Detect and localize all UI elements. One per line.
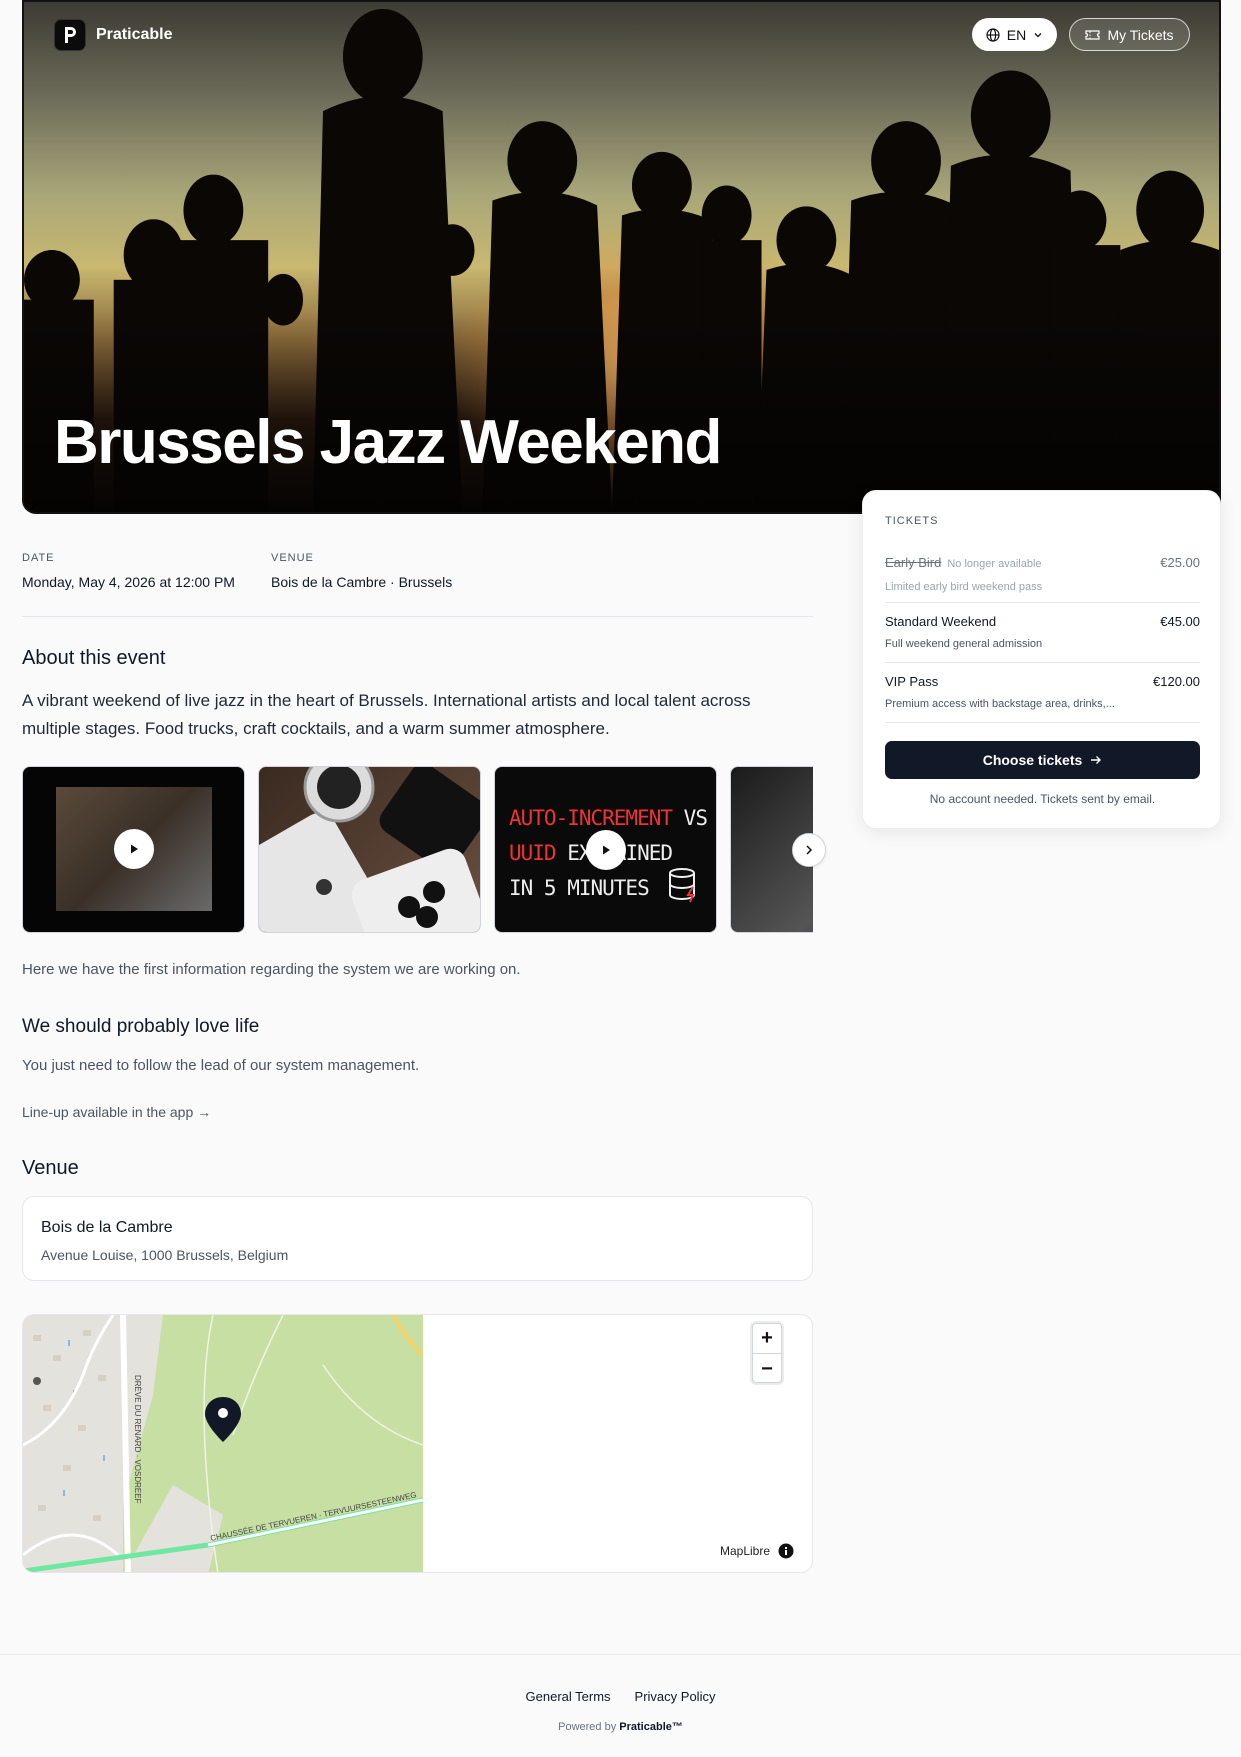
praticable-logo-icon <box>54 19 86 51</box>
ticket-price: €120.00 <box>1153 674 1200 689</box>
privacy-policy-link[interactable]: Privacy Policy <box>635 1689 716 1704</box>
date-value: Monday, May 4, 2026 at 12:00 PM <box>22 574 235 590</box>
arrow-right-icon <box>1091 756 1102 764</box>
venue-value: Bois de la Cambre · Brussels <box>270 574 453 590</box>
chevron-right-icon <box>806 845 813 855</box>
venue-card: Bois de la Cambre Avenue Louise, 1000 Br… <box>22 1196 813 1281</box>
powered-by: Powered by Praticable™ <box>558 1721 683 1733</box>
ticket-name: VIP Pass <box>885 674 939 689</box>
play-icon[interactable] <box>114 829 154 869</box>
divider <box>885 602 1200 603</box>
ticket-icon <box>1085 29 1101 40</box>
divider <box>885 662 1200 663</box>
tickets-panel: TICKETS Early Bird No longer available €2… <box>862 490 1221 829</box>
media-card-video-2[interactable]: AUTO-INCREMENT VS UUID EXPLAINED IN 5 MI… <box>494 766 717 933</box>
map-road-label-1: DRÈVE DU RENARD · VOSDREEF <box>133 1375 142 1504</box>
divider <box>22 616 813 617</box>
map-attribution[interactable]: MapLibre <box>716 1539 799 1563</box>
map-tiles: DRÈVE DU RENARD · VOSDREEF CHAUSSÉE DE T… <box>23 1315 425 1572</box>
choose-tickets-label: Choose tickets <box>982 752 1083 768</box>
event-meta: DATE Monday, May 4, 2026 at 12:00 PM VEN… <box>22 552 452 590</box>
date-block: DATE Monday, May 4, 2026 at 12:00 PM <box>22 552 235 590</box>
my-tickets-button[interactable]: My Tickets <box>1069 18 1190 51</box>
date-label: DATE <box>22 552 55 564</box>
ticket-name: Standard Weekend <box>885 614 997 629</box>
carousel-next-button[interactable] <box>792 833 826 867</box>
ticket-description: Premium access with backstage area, drin… <box>885 698 1115 710</box>
globe-icon <box>986 27 1000 42</box>
chevron-down-icon <box>1034 32 1042 37</box>
choose-tickets-button[interactable]: Choose tickets <box>885 741 1200 779</box>
info-icon[interactable] <box>778 1543 794 1559</box>
brand-name: Praticable <box>96 26 173 43</box>
divider <box>885 722 1200 723</box>
play-icon[interactable] <box>586 830 626 870</box>
media-card-video-1[interactable] <box>22 766 245 933</box>
lineup-link[interactable]: Line-up available in the app → <box>22 1104 211 1120</box>
ticket-price: €25.00 <box>1160 555 1200 570</box>
media-carousel: AUTO-INCREMENT VS UUID EXPLAINED IN 5 MI… <box>22 766 813 933</box>
attribution-label: MapLibre <box>720 1544 771 1558</box>
database-icon <box>669 868 695 903</box>
ticket-status: No longer available <box>947 558 1042 570</box>
my-tickets-label: My Tickets <box>1107 26 1174 43</box>
phones-image <box>259 767 480 932</box>
ticket-name: Early Bird <box>885 555 942 570</box>
language-label: EN <box>1006 26 1027 43</box>
footer: General Terms Privacy Policy Powered by … <box>0 1654 1241 1757</box>
zoom-in-button[interactable]: + <box>753 1324 781 1354</box>
ticket-price: €45.00 <box>1160 614 1200 629</box>
media-card-image-1[interactable] <box>258 766 481 933</box>
tickets-note: No account needed. Tickets sent by email… <box>929 792 1156 806</box>
map-zoom-controls: + − <box>752 1323 782 1383</box>
brand-logo[interactable]: Praticable <box>54 19 172 51</box>
info-text: Here we have the first information regar… <box>22 961 521 978</box>
love-heading: We should probably love life <box>22 1016 260 1037</box>
ticket-vip-pass[interactable]: VIP Pass €120.00 Premium access with bac… <box>885 674 1200 710</box>
tickets-title: TICKETS <box>885 515 939 527</box>
ticket-standard-weekend[interactable]: Standard Weekend €45.00 Full weekend gen… <box>885 614 1200 650</box>
venue-map[interactable]: DRÈVE DU RENARD · VOSDREEF CHAUSSÉE DE T… <box>22 1314 813 1573</box>
ticket-early-bird: Early Bird No longer available €25.00 Lim… <box>885 554 1200 593</box>
ticket-description: Limited early bird weekend pass <box>885 581 1043 593</box>
event-title: Brussels Jazz Weekend <box>54 408 722 477</box>
love-text: You just need to follow the lead of our … <box>22 1057 420 1074</box>
zoom-out-button[interactable]: − <box>753 1354 781 1384</box>
powered-brand[interactable]: Praticable™ <box>619 1721 683 1733</box>
about-heading: About this event <box>22 647 166 669</box>
venue-address: Avenue Louise, 1000 Brussels, Belgium <box>41 1247 289 1263</box>
venue-label: VENUE <box>270 552 314 564</box>
general-terms-link[interactable]: General Terms <box>526 1689 611 1704</box>
venue-name: Bois de la Cambre <box>41 1219 173 1236</box>
about-text: A vibrant weekend of live jazz in the he… <box>22 691 751 738</box>
venue-block: VENUE Bois de la Cambre · Brussels <box>271 552 452 590</box>
language-selector[interactable]: EN <box>972 18 1057 51</box>
ticket-description: Full weekend general admission <box>885 638 1043 650</box>
venue-heading: Venue <box>22 1157 79 1179</box>
